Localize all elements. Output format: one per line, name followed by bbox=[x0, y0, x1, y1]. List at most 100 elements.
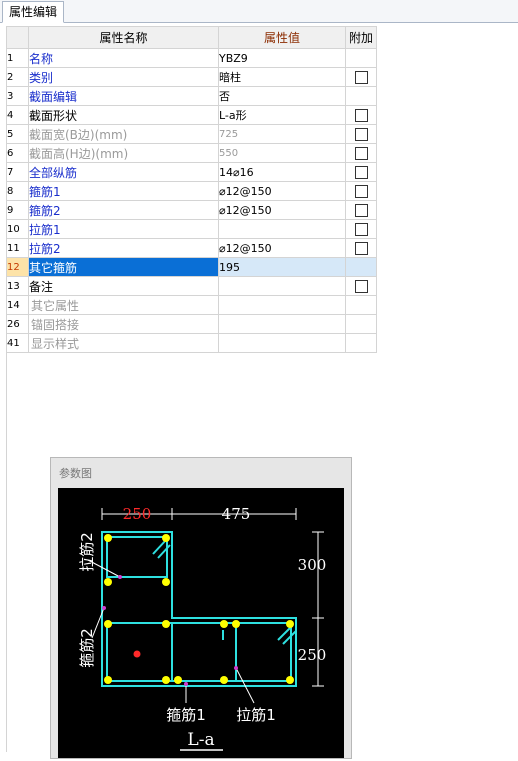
property-value[interactable]: 195 bbox=[218, 257, 346, 277]
extra-cell bbox=[345, 67, 377, 87]
property-row[interactable]: 4 截面形状 L-a形 bbox=[6, 105, 377, 125]
extra-checkbox[interactable] bbox=[354, 166, 368, 179]
extra-cell bbox=[345, 143, 377, 163]
property-row[interactable]: 9 箍筋2 ⌀12@150 bbox=[6, 200, 377, 220]
property-value[interactable]: 14⌀16 bbox=[218, 162, 346, 182]
property-name[interactable]: +锚固搭接 bbox=[28, 314, 219, 334]
extra-cell bbox=[345, 124, 377, 144]
extra-cell bbox=[345, 333, 377, 353]
property-row[interactable]: 7 全部纵筋 14⌀16 bbox=[6, 162, 377, 182]
extra-checkbox[interactable] bbox=[354, 242, 368, 255]
property-name[interactable]: 全部纵筋 bbox=[28, 162, 219, 182]
property-row[interactable]: 12 其它箍筋 195 bbox=[6, 257, 377, 277]
property-name[interactable]: 拉筋1 bbox=[28, 219, 219, 239]
tab-strip: 属性编辑 bbox=[0, 0, 518, 23]
property-value[interactable]: ⌀12@150 bbox=[218, 238, 346, 258]
property-name-label: 其它属性 bbox=[31, 298, 80, 313]
property-name[interactable]: 名称 bbox=[28, 48, 219, 68]
label-bottom-1: 箍筋1 bbox=[166, 706, 206, 724]
param-panel-title: 参数图 bbox=[59, 467, 92, 480]
property-name[interactable]: 箍筋2 bbox=[28, 200, 219, 220]
parameter-diagram-panel: 参数图 250 475 300 250 拉筋2 箍筋2 箍筋1 拉筋1 L-a bbox=[50, 457, 352, 759]
extra-checkbox[interactable] bbox=[354, 109, 368, 122]
property-value[interactable]: ⌀12@150 bbox=[218, 181, 346, 201]
property-name-label: 拉筋2 bbox=[29, 241, 61, 256]
property-name-label: 其它箍筋 bbox=[29, 260, 78, 275]
property-value[interactable]: 否 bbox=[218, 86, 346, 106]
property-name[interactable]: 截面编辑 bbox=[28, 86, 219, 106]
property-row[interactable]: 41+显示样式 bbox=[6, 333, 377, 353]
param-canvas: 250 475 300 250 拉筋2 箍筋2 箍筋1 拉筋1 L-a bbox=[58, 488, 344, 758]
extra-cell bbox=[345, 257, 377, 277]
extra-checkbox[interactable] bbox=[354, 71, 368, 84]
property-value[interactable]: 725 bbox=[218, 124, 346, 144]
extra-checkbox[interactable] bbox=[354, 147, 368, 160]
property-name[interactable]: 拉筋2 bbox=[28, 238, 219, 258]
tab-property-editor[interactable]: 属性编辑 bbox=[2, 1, 64, 23]
extra-cell bbox=[345, 238, 377, 258]
property-name[interactable]: 截面宽(B边)(mm) bbox=[28, 124, 219, 144]
property-name[interactable]: 箍筋1 bbox=[28, 181, 219, 201]
extra-checkbox[interactable] bbox=[354, 280, 368, 293]
rebar-dot bbox=[162, 620, 170, 628]
header-extra[interactable]: 附加 bbox=[345, 26, 377, 49]
property-name[interactable]: 备注 bbox=[28, 276, 219, 296]
extra-checkbox[interactable] bbox=[354, 185, 368, 198]
rebar-dot bbox=[104, 534, 112, 542]
rebar-dot bbox=[104, 676, 112, 684]
property-name[interactable]: +显示样式 bbox=[28, 333, 219, 353]
property-name-label: 截面宽(B边)(mm) bbox=[29, 127, 128, 142]
extra-checkbox[interactable] bbox=[354, 128, 368, 141]
rebar-dot bbox=[286, 620, 294, 628]
hook-marks bbox=[152, 539, 297, 645]
property-value[interactable] bbox=[218, 276, 346, 296]
rebar-dot bbox=[162, 534, 170, 542]
property-value[interactable]: 暗柱 bbox=[218, 67, 346, 87]
extra-checkbox[interactable] bbox=[354, 204, 368, 217]
property-value[interactable]: L-a形 bbox=[218, 105, 346, 125]
row-number: 13 bbox=[6, 276, 29, 296]
property-grid: 属性名称 属性值 附加 1 名称 YBZ9 2 类别 暗柱 3 截面编辑否 4 截面形状 L-a形 5… bbox=[6, 26, 377, 353]
property-row[interactable]: 2 类别 暗柱 bbox=[6, 67, 377, 87]
tie-marker-1 bbox=[118, 575, 122, 579]
property-name-label: 箍筋2 bbox=[29, 203, 61, 218]
property-value[interactable] bbox=[218, 219, 346, 239]
property-value[interactable] bbox=[218, 295, 346, 315]
extra-checkbox[interactable] bbox=[354, 223, 368, 236]
tie-markers bbox=[102, 575, 238, 686]
property-name-label: 截面高(H边)(mm) bbox=[29, 146, 129, 161]
property-row[interactable]: 8 箍筋1 ⌀12@150 bbox=[6, 181, 377, 201]
property-value[interactable]: 550 bbox=[218, 143, 346, 163]
row-number: 7 bbox=[6, 162, 29, 182]
row-number: 26 bbox=[6, 314, 29, 334]
property-row[interactable]: 10 拉筋1 bbox=[6, 219, 377, 239]
property-row[interactable]: 13 备注 bbox=[6, 276, 377, 296]
extra-cell bbox=[345, 48, 377, 68]
property-row[interactable]: 3 截面编辑 否 bbox=[6, 86, 377, 106]
left-divider bbox=[6, 350, 7, 752]
property-row[interactable]: 6 截面高(H边)(mm) 550 bbox=[6, 143, 377, 163]
property-value[interactable] bbox=[218, 314, 346, 334]
property-name[interactable]: 类别 bbox=[28, 67, 219, 87]
property-name[interactable]: 截面高(H边)(mm) bbox=[28, 143, 219, 163]
property-row[interactable]: 11 拉筋2 ⌀12@150 bbox=[6, 238, 377, 258]
label-bottom-2: 拉筋1 bbox=[236, 706, 276, 724]
property-value[interactable]: YBZ9 bbox=[218, 48, 346, 68]
extra-cell bbox=[345, 86, 377, 106]
header-value[interactable]: 属性值 bbox=[218, 26, 346, 49]
property-name-label: 显示样式 bbox=[31, 336, 80, 351]
header-name[interactable]: 属性名称 bbox=[28, 26, 219, 49]
extra-cell bbox=[345, 295, 377, 315]
property-name[interactable]: +其它属性 bbox=[28, 295, 219, 315]
property-name[interactable]: 其它箍筋 bbox=[28, 257, 219, 277]
extra-cell bbox=[345, 219, 377, 239]
property-row[interactable]: 26+锚固搭接 bbox=[6, 314, 377, 334]
property-name[interactable]: 截面形状 bbox=[28, 105, 219, 125]
label-left-top: 拉筋2 bbox=[78, 532, 96, 572]
extra-cell bbox=[345, 105, 377, 125]
property-row[interactable]: 14+其它属性 bbox=[6, 295, 377, 315]
property-row[interactable]: 1 名称 YBZ9 bbox=[6, 48, 377, 68]
property-row[interactable]: 5 截面宽(B边)(mm) 725 bbox=[6, 124, 377, 144]
property-value[interactable]: ⌀12@150 bbox=[218, 200, 346, 220]
property-value[interactable] bbox=[218, 333, 346, 353]
